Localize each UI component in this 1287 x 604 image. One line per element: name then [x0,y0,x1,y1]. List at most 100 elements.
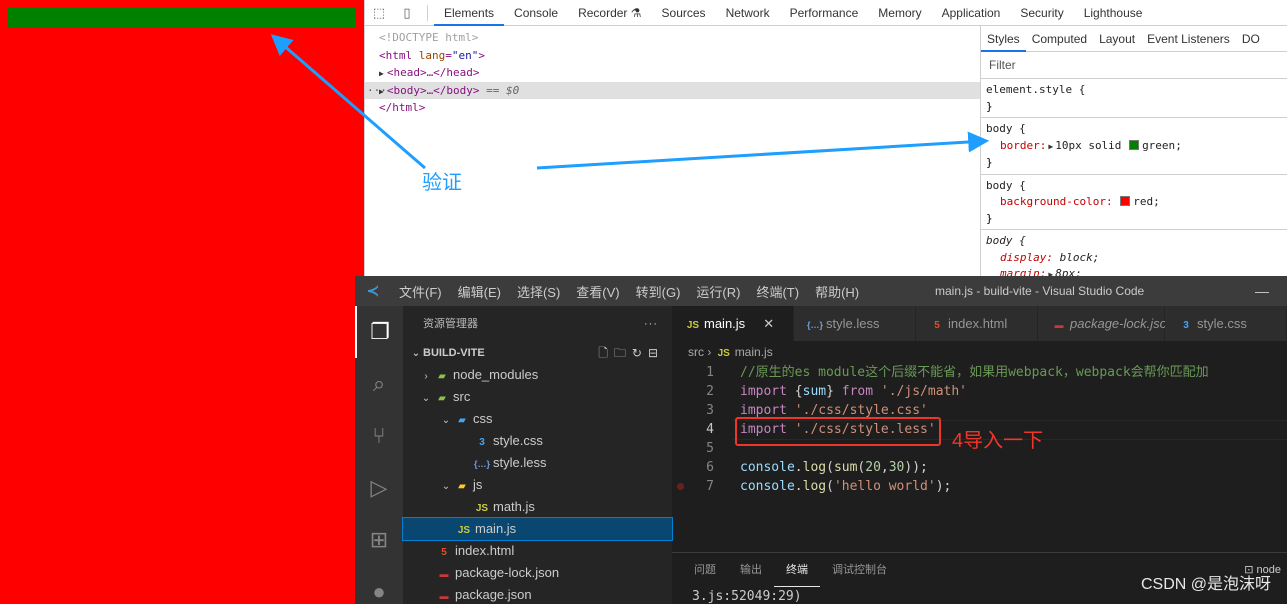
chevron-down-icon: ⌄ [411,348,421,359]
tab-elements[interactable]: Elements [434,0,505,26]
watermark: CSDN @是泡沫呀 [1140,576,1271,593]
menu-go[interactable]: 转到(G) [628,282,689,301]
breakpoint-icon[interactable] [677,483,684,490]
menu-run[interactable]: 运行(R) [688,282,748,301]
devtools-tabbar: ⬚ ▯ Elements Console Recorder ⚗ Sources … [365,0,1287,26]
npm-file-icon: ▬ [439,591,449,601]
head-node[interactable]: ▶ <head>…</head> [365,64,980,82]
menu-file[interactable]: 文件(F) [391,282,450,301]
background-color-property[interactable]: background-color: red; [986,194,1282,211]
search-icon[interactable]: ⌕ [355,358,403,410]
expand-triangle-icon[interactable]: ▶ [379,69,384,78]
menu-help[interactable]: 帮助(H) [807,282,867,301]
tab-debug-console[interactable]: 调试控制台 [820,553,899,587]
tab-terminal[interactable]: 终端 [774,553,820,587]
extensions-icon[interactable]: ⊞ [355,514,403,566]
tab-dom-breakpoints[interactable]: DO [1236,26,1266,52]
tab-network[interactable]: Network [716,0,780,26]
new-file-icon[interactable]: 🗋 [598,346,614,360]
menu-terminal[interactable]: 终端(T) [748,282,807,301]
tree-css-folder[interactable]: ⌄ ▰ css [403,408,672,430]
tree-index-html[interactable]: 5 index.html [403,540,672,562]
expand-triangle-icon[interactable]: ▶ [1048,142,1053,151]
body-node[interactable]: ··· ▶ <body>…</body> == $0 [365,81,980,100]
devtools-panel: ⬚ ▯ Elements Console Recorder ⚗ Sources … [364,0,1287,276]
tab-styles[interactable]: Styles [981,26,1026,52]
tree-style-css[interactable]: 3 style.css [403,430,672,452]
border-property[interactable]: border: ▶ 10px solid green; [986,138,1282,156]
new-folder-icon[interactable]: 🗀 [614,346,632,360]
tree-main-js[interactable]: JS main.js [402,517,673,541]
device-toolbar-icon[interactable]: ▯ [393,0,421,26]
tab-main-js[interactable]: JS main.js ✕ [672,306,794,341]
tab-index-html[interactable]: 5 index.html [916,306,1038,341]
run-debug-icon[interactable]: ▷ [355,462,403,514]
tab-problems[interactable]: 问题 [682,553,728,587]
breadcrumb-file[interactable]: main.js [735,345,773,359]
menu-selection[interactable]: 选择(S) [509,282,568,301]
code-line: 7 console.log('hello world'); [672,477,1287,496]
project-section[interactable]: ⌄ BUILD-VITE 🗋🗀↻⊟ [403,342,672,364]
code-editor[interactable]: 1//原生的es module这个后缀不能省，如果用webpack，webpac… [672,363,1287,551]
inspect-element-icon[interactable]: ⬚ [365,0,393,26]
menu-view[interactable]: 查看(V) [568,282,627,301]
css-folder-icon: ▰ [458,415,466,426]
menu-edit[interactable]: 编辑(E) [450,282,509,301]
close-icon[interactable]: ✕ [763,316,774,331]
body-green-border [8,7,356,27]
more-actions-icon[interactable]: ··· [644,306,658,342]
green-color-swatch[interactable] [1129,139,1140,150]
doctype-node[interactable]: <!DOCTYPE html> [365,29,980,47]
more-dots-icon[interactable]: ··· [367,82,387,100]
js-folder-icon: ▰ [458,481,466,492]
tree-package-lock[interactable]: ▬ package-lock.json [403,562,672,584]
display-property[interactable]: display: block; [986,250,1282,267]
styles-filter-input[interactable]: Filter [981,52,1287,79]
tab-output[interactable]: 输出 [728,553,774,587]
html-close-node[interactable]: </html> [365,99,980,117]
tab-application[interactable]: Application [932,0,1011,26]
minimize-icon[interactable]: — [1255,276,1269,306]
json-extension-icon[interactable]: ● [355,566,403,604]
tab-recorder[interactable]: Recorder ⚗ [568,0,651,26]
tree-js-folder[interactable]: ⌄ ▰ js [403,474,672,496]
css-file-icon: 3 [1183,320,1189,331]
margin-property[interactable]: margin: ▶ 8px; [986,266,1282,276]
tree-math-js[interactable]: JS math.js [403,496,672,518]
tab-computed[interactable]: Computed [1026,26,1093,52]
refresh-icon[interactable]: ↻ [632,346,648,360]
element-style-rule: element.style { } [981,79,1287,118]
chevron-down-icon: ⌄ [421,393,431,404]
npm-file-icon: ▬ [1054,320,1064,330]
less-file-icon: {…} [806,320,823,330]
tree-node-modules[interactable]: › ▰ node_modules [403,364,672,386]
tab-console[interactable]: Console [504,0,568,26]
breadcrumb-folder[interactable]: src [688,345,704,359]
source-control-icon[interactable]: ⑂ [355,410,403,462]
explorer-icon[interactable]: ❐ [355,306,403,358]
html-node[interactable]: <html lang="en"> [365,47,980,65]
code-line: 6 console.log(sum(20,30)); [706,460,928,475]
tab-sources[interactable]: Sources [652,0,716,26]
tab-style-less[interactable]: {…} style.less [794,306,916,341]
import-annotation: 4导入一下 [952,430,1044,452]
collapse-all-icon[interactable]: ⊟ [648,346,664,360]
tab-event-listeners[interactable]: Event Listeners [1141,26,1236,52]
breadcrumb: src › JS main.js [672,341,1287,363]
chevron-down-icon: ⌄ [441,481,451,492]
tab-style-css[interactable]: 3 style.css [1165,306,1287,341]
red-color-swatch[interactable] [1120,196,1131,206]
tree-src[interactable]: ⌄ ▰ src [403,386,672,408]
styles-pane: Styles Computed Layout Event Listeners D… [980,26,1287,276]
tab-lighthouse[interactable]: Lighthouse [1074,0,1153,26]
tab-package-lock[interactable]: ▬ package-lock.json [1038,306,1174,341]
tab-performance[interactable]: Performance [780,0,869,26]
js-file-icon: JS [457,525,471,536]
tab-memory[interactable]: Memory [868,0,931,26]
terminal-output[interactable]: 3.js:52049:29) [692,589,802,604]
tab-security[interactable]: Security [1010,0,1073,26]
tab-layout[interactable]: Layout [1093,26,1141,52]
tree-style-less[interactable]: {…} style.less [403,452,672,474]
body-border-rule: body { border: ▶ 10px solid green; } [981,118,1287,175]
tree-package-json[interactable]: ▬ package.json [403,584,672,604]
